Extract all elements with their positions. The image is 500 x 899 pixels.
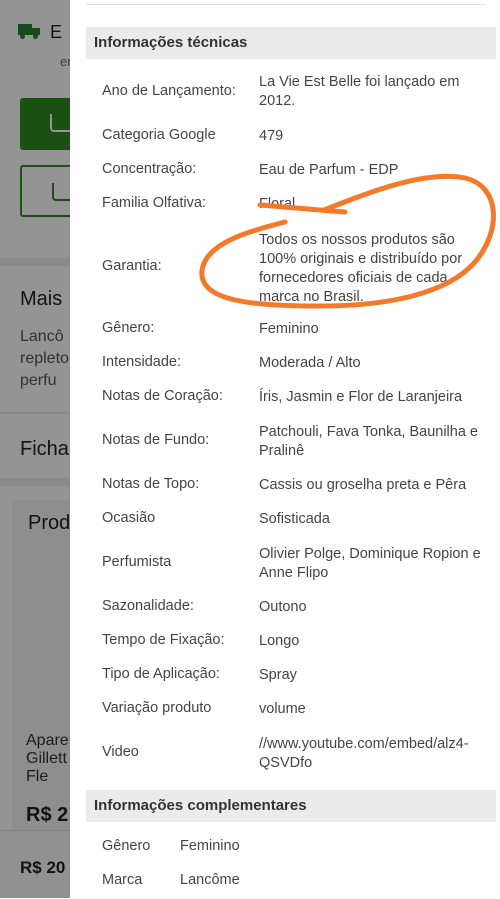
tech-info-drawer: Informações técnicas Ano de Lançamento: L… <box>70 0 500 898</box>
spec-value: La Vie Est Belle foi lançado em 2012. <box>259 74 460 109</box>
complementary-key: Marca <box>102 872 143 888</box>
spec-key: Notas de Topo: <box>102 476 200 492</box>
spec-key: Garantia: <box>102 258 162 274</box>
spec-key: Notas de Coração: <box>102 388 223 404</box>
complementary-key: Gênero <box>102 838 151 854</box>
spec-key: Intensidade: <box>102 354 182 370</box>
spec-value: volume <box>259 701 306 717</box>
spec-value: Outono <box>259 599 307 615</box>
spec-value: Floral <box>259 196 296 212</box>
spec-key: Ano de Lançamento: <box>102 83 236 99</box>
spec-key: Categoria Google <box>102 127 216 143</box>
section-header-tech: Informações técnicas <box>86 27 496 59</box>
spec-key: Notas de Fundo: <box>102 432 210 448</box>
section-header-complementary: Informações complementares <box>86 790 496 822</box>
spec-value: 479 <box>259 128 284 144</box>
spec-value: Spray <box>259 667 297 683</box>
spec-value: Feminino <box>259 321 319 337</box>
spec-key: Perfumista <box>102 554 172 570</box>
divider <box>86 4 486 5</box>
video-link[interactable]: //www.youtube.com/embed/alz4-QSVDfo <box>259 735 489 773</box>
spec-key: Video <box>102 744 139 760</box>
spec-key: Concentração: <box>102 161 197 177</box>
spec-value: Eau de Parfum - EDP <box>259 162 399 178</box>
spec-key: Sazonalidade: <box>102 598 194 614</box>
spec-value: Todos os nossos produtos são 100% origin… <box>259 232 463 305</box>
spec-value: Sofisticada <box>259 511 330 527</box>
spec-key: Tempo de Fixação: <box>102 632 225 648</box>
spec-key: Tipo de Aplicação: <box>102 666 220 682</box>
spec-key: Variação produto <box>102 700 212 716</box>
spec-value: Cassis ou groselha preta e Pêra <box>259 477 467 493</box>
spec-value: Íris, Jasmin e Flor de Laranjeira <box>259 389 463 405</box>
spec-value: Moderada / Alto <box>259 355 361 371</box>
spec-value: Patchouli, Fava Tonka, Baunilha e Pralin… <box>259 424 478 459</box>
spec-value: Olivier Polge, Dominique Ropion e Anne F… <box>259 546 481 581</box>
complementary-value: Feminino <box>180 838 240 854</box>
spec-value: Longo <box>259 633 300 649</box>
spec-key: Gênero: <box>102 320 155 336</box>
spec-key: Ocasião <box>102 510 156 526</box>
complementary-value: Lancôme <box>180 872 240 888</box>
spec-key: Familia Olfativa: <box>102 195 206 211</box>
